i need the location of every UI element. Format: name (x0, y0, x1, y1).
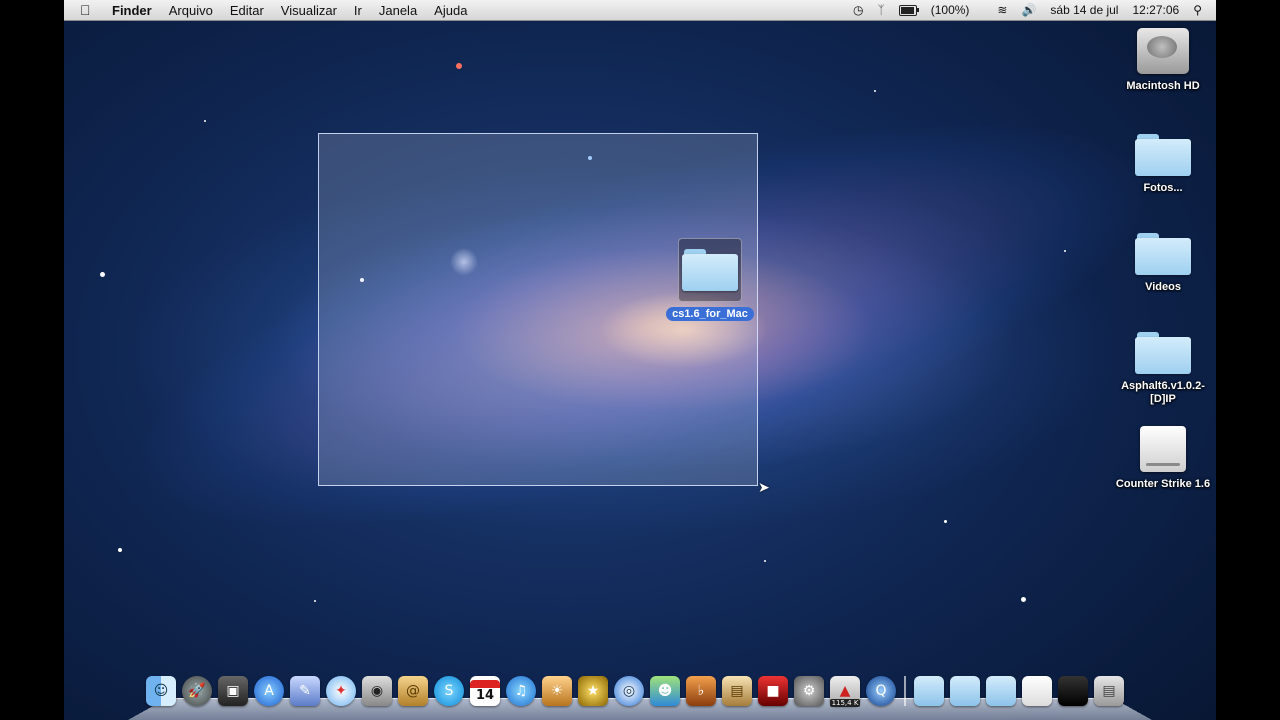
star (764, 560, 766, 562)
desktop[interactable]:  Finder Arquivo Editar Visualizar Ir Ja… (64, 0, 1216, 720)
folder-icon (682, 249, 738, 291)
clock-date[interactable]: sáb 14 de jul (1050, 3, 1118, 17)
launchpad-icon[interactable]: 🚀 (182, 676, 212, 706)
desktop-icon-asphalt6[interactable]: Asphalt6.v1.0.2-[D]IP (1115, 332, 1211, 406)
mouse-cursor-icon: ➤ (758, 479, 770, 495)
messenger-icon[interactable]: ☻ (650, 676, 680, 706)
battery-percent: (100%) (930, 3, 970, 17)
volume-icon[interactable]: 🔊 (1021, 3, 1036, 17)
menu-visualizar[interactable]: Visualizar (281, 3, 337, 18)
menu-bar:  Finder Arquivo Editar Visualizar Ir Ja… (64, 0, 1216, 21)
documents-stack-icon[interactable] (950, 676, 980, 706)
star (204, 120, 206, 122)
safari-icon[interactable]: ✦ (326, 676, 356, 706)
bluetooth-icon[interactable]: ᛉ (878, 3, 885, 17)
wifi-icon[interactable]: ≋ (997, 3, 1007, 17)
desktop-icon-label: Videos (1145, 281, 1181, 293)
star (100, 272, 105, 277)
app-store-icon[interactable]: A (254, 676, 284, 706)
transmission-icon[interactable]: ▲ 115,4 K (830, 676, 860, 707)
desktop-icon-macintosh-hd[interactable]: Macintosh HD (1115, 28, 1211, 93)
desktop-icon-counter-strike[interactable]: Counter Strike 1.6 (1115, 426, 1211, 491)
spotlight-search-icon[interactable]: ⚲ (1193, 3, 1202, 17)
menu-finder[interactable]: Finder (112, 3, 152, 18)
battery-icon (898, 5, 919, 17)
ical-icon[interactable]: 14 (470, 676, 500, 706)
itunes-icon[interactable]: ♫ (506, 676, 536, 706)
star (118, 548, 122, 552)
preview-icon[interactable]: ✎ (290, 676, 320, 706)
quicktime-icon[interactable]: Q (866, 676, 896, 706)
calendar-day: 14 (475, 687, 495, 703)
desktop-icon-label: Fotos... (1143, 182, 1183, 194)
finder-icon[interactable]: ☺ (146, 676, 176, 706)
downloads-stack-icon[interactable] (986, 676, 1016, 706)
menu-ir[interactable]: Ir (354, 3, 362, 18)
folder-icon (1135, 233, 1191, 275)
star (944, 520, 947, 523)
star (314, 600, 316, 602)
photo-booth-icon[interactable]: ▣ (218, 676, 248, 706)
desktop-icon-label: cs1.6_for_Mac (666, 307, 754, 321)
folder-icon (1135, 332, 1191, 374)
menu-editar[interactable]: Editar (230, 3, 264, 18)
hard-drive-icon (1137, 28, 1189, 74)
folder-icon (1135, 134, 1191, 176)
garageband-icon[interactable]: ♭ (686, 676, 716, 706)
desktop-icon-label: Macintosh HD (1126, 80, 1200, 92)
applications-stack-icon[interactable] (914, 676, 944, 706)
desktop-icon-label: Counter Strike 1.6 (1115, 478, 1211, 490)
system-preferences-icon[interactable]: ⚙ (794, 676, 824, 706)
menu-janela[interactable]: Janela (379, 3, 417, 18)
iphoto-icon[interactable]: ☀ (542, 676, 572, 706)
dock-separator (904, 676, 906, 706)
address-book-icon[interactable]: @ (398, 676, 428, 706)
terminal-stack-icon[interactable] (1058, 676, 1088, 706)
desktop-icon-cs16-for-mac[interactable]: cs1.6_for_Mac (662, 238, 758, 322)
document-stack-icon[interactable] (1022, 676, 1052, 706)
download-speed-badge: 115,4 K (830, 699, 860, 707)
selected-folder-highlight (678, 238, 742, 302)
dock-items: ☺ 🚀 ▣ A ✎ ✦ ◉ @ S 14 ♫ ☀ ★ ◎ ☻ ♭ ▤ ■ ⚙ ▲… (146, 676, 1130, 707)
time-machine-icon[interactable]: ◷ (853, 3, 863, 17)
disk-image-icon (1140, 426, 1186, 472)
menu-arquivo[interactable]: Arquivo (169, 3, 213, 18)
star (874, 90, 876, 92)
keynote-icon[interactable]: ▤ (722, 676, 752, 706)
star (1021, 597, 1026, 602)
desktop-icon-videos[interactable]: Videos (1115, 233, 1211, 294)
desktop-icon-label: Asphalt6.v1.0.2-[D]IP (1121, 380, 1205, 405)
desktop-icon-fotos[interactable]: Fotos... (1115, 134, 1211, 195)
facetime-icon[interactable]: ◉ (362, 676, 392, 706)
menu-ajuda[interactable]: Ajuda (434, 3, 467, 18)
dvd-player-icon[interactable]: ◎ (614, 676, 644, 706)
imovie-icon[interactable]: ★ (578, 676, 608, 706)
status-area: ◷ ᛉ (100%) ≋ 🔊 sáb 14 de jul 12:27:06 ⚲ (853, 0, 1216, 20)
dock: ☺ 🚀 ▣ A ✎ ✦ ◉ @ S 14 ♫ ☀ ★ ◎ ☻ ♭ ▤ ■ ⚙ ▲… (128, 674, 1152, 720)
skype-icon[interactable]: S (434, 676, 464, 706)
star (456, 63, 462, 69)
apple-menu-icon[interactable]:  (80, 2, 98, 18)
battery-menu[interactable]: (100%) (898, 3, 984, 17)
star (1064, 250, 1066, 252)
photo-icon[interactable]: ■ (758, 676, 788, 706)
trash-icon[interactable]: ▤ (1094, 676, 1124, 706)
clock-time[interactable]: 12:27:06 (1132, 3, 1179, 17)
